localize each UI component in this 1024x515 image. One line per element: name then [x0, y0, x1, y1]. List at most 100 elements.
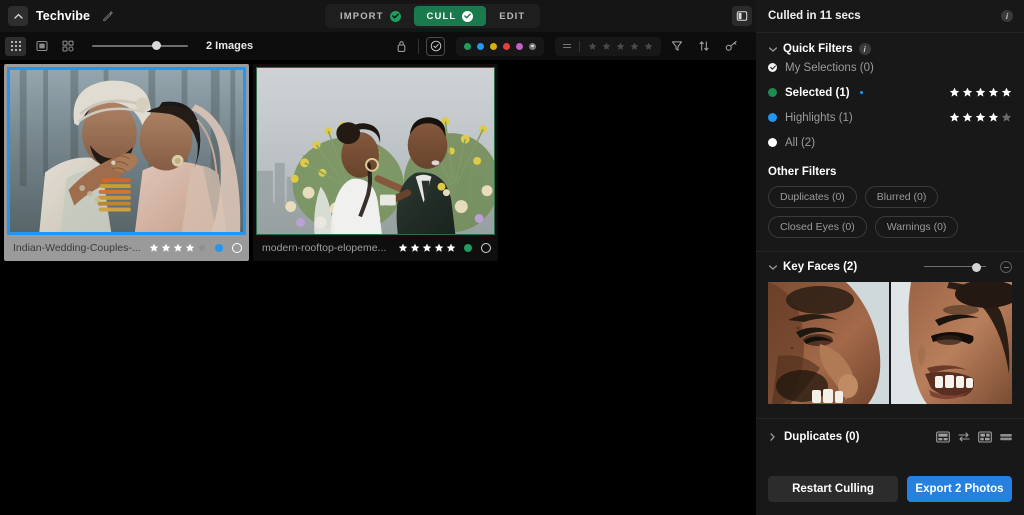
thumbnail-size-slider[interactable]: [92, 39, 188, 53]
layout-stack-icon[interactable]: [998, 430, 1013, 444]
compare-grid-icon[interactable]: [57, 37, 78, 56]
star-icon[interactable]: [434, 243, 444, 253]
chip-duplicates[interactable]: Duplicates (0): [768, 186, 857, 208]
star-icon[interactable]: [949, 87, 960, 98]
filter-my-selections[interactable]: My Selections (0): [768, 55, 1012, 80]
star-icon[interactable]: [949, 112, 960, 123]
filter-label: Selected (1): [785, 86, 850, 99]
chip-blurred[interactable]: Blurred (0): [864, 186, 939, 208]
filter-rating[interactable]: [949, 112, 1012, 123]
star-icon[interactable]: [1001, 112, 1012, 123]
filter-label: Highlights (1): [785, 111, 853, 124]
restart-culling-button[interactable]: Restart Culling: [768, 476, 898, 502]
slider-knob[interactable]: [152, 41, 161, 50]
duplicates-section[interactable]: Duplicates (0): [756, 418, 1024, 444]
key-faces-size-slider[interactable]: [924, 261, 986, 273]
swap-icon[interactable]: [956, 430, 971, 444]
indian-wedding-couple-photo: [10, 70, 243, 232]
edit-pencil-icon[interactable]: [102, 10, 114, 22]
chip-closed-eyes[interactable]: Closed Eyes (0): [768, 216, 867, 238]
tab-import[interactable]: IMPORT: [327, 6, 414, 26]
filter-selected[interactable]: Selected (1): [768, 80, 1012, 105]
star-icon[interactable]: [630, 42, 639, 51]
star-icon[interactable]: [1001, 87, 1012, 98]
star-icon[interactable]: [149, 243, 159, 253]
star-icon[interactable]: [962, 87, 973, 98]
photo-color-label[interactable]: [215, 244, 223, 252]
key-face-thumbnail[interactable]: [891, 282, 1012, 404]
key-faces-list: [768, 282, 1012, 404]
color-dot-green[interactable]: [464, 42, 471, 50]
panel-footer: Restart Culling Export 2 Photos: [756, 476, 1024, 515]
star-icon[interactable]: [988, 112, 999, 123]
right-panel-toggle-icon[interactable]: [732, 6, 752, 26]
chevron-down-icon[interactable]: [768, 264, 777, 270]
star-icon[interactable]: [422, 243, 432, 253]
check-circle-outline-icon[interactable]: [426, 36, 445, 56]
photo-color-label[interactable]: [464, 244, 472, 252]
active-indicator-dot: [859, 91, 863, 94]
sort-arrows-icon[interactable]: [693, 36, 715, 56]
photo-thumbnail[interactable]: [256, 67, 495, 235]
star-icon[interactable]: [644, 42, 653, 51]
equals-icon[interactable]: [563, 43, 571, 49]
star-icon[interactable]: [988, 87, 999, 98]
lock-icon[interactable]: [391, 36, 411, 56]
export-photos-button[interactable]: Export 2 Photos: [907, 476, 1012, 502]
filter-label: All (2): [785, 136, 816, 149]
star-icon[interactable]: [962, 112, 973, 123]
color-dot-yellow[interactable]: [490, 42, 497, 50]
photo-rating[interactable]: [398, 243, 456, 253]
star-icon[interactable]: [975, 112, 986, 123]
filter-highlights[interactable]: Highlights (1): [768, 105, 1012, 130]
chip-warnings[interactable]: Warnings (0): [874, 216, 959, 238]
tab-edit[interactable]: EDIT: [486, 6, 538, 26]
star-icon[interactable]: [398, 243, 408, 253]
photo-card[interactable]: modern-rooftop-elopeme...: [253, 64, 498, 261]
layout-grid-icon[interactable]: [977, 430, 992, 444]
key-face-thumbnail[interactable]: [768, 282, 889, 404]
star-icon[interactable]: [602, 42, 611, 51]
chevron-down-icon[interactable]: [768, 46, 777, 52]
info-icon[interactable]: i: [1001, 10, 1013, 22]
grid-dots-icon[interactable]: [5, 36, 26, 56]
cull-status-text: Culled in 11 secs: [768, 10, 861, 22]
brand-name: Techvibe: [36, 9, 91, 23]
tab-cull[interactable]: CULL: [413, 6, 487, 26]
filter-rating[interactable]: [949, 87, 1012, 98]
color-dot-blue[interactable]: [477, 42, 484, 50]
tab-edit-label: EDIT: [499, 10, 526, 22]
image-count-label: 2 Images: [206, 40, 254, 52]
photo-select-toggle[interactable]: [232, 243, 242, 253]
photo-grid: Indian-Wedding-Couples-... modern-roofto…: [0, 60, 756, 515]
chevron-right-icon[interactable]: [768, 433, 777, 441]
filter-all[interactable]: All (2): [768, 130, 1012, 155]
star-icon[interactable]: [173, 243, 183, 253]
photo-rating[interactable]: [149, 243, 207, 253]
minus-circle-icon[interactable]: [1000, 261, 1012, 273]
photo-thumbnail[interactable]: [7, 67, 246, 235]
key-faces-header: Key Faces (2): [768, 261, 1012, 273]
star-icon[interactable]: [616, 42, 625, 51]
funnel-icon[interactable]: [666, 36, 688, 56]
star-icon[interactable]: [446, 243, 456, 253]
photo-select-toggle[interactable]: [481, 243, 491, 253]
star-icon[interactable]: [588, 42, 597, 51]
star-icon[interactable]: [185, 243, 195, 253]
star-icon[interactable]: [161, 243, 171, 253]
photo-card[interactable]: Indian-Wedding-Couples-...: [4, 64, 249, 261]
other-filters-title: Other Filters: [768, 166, 837, 178]
chevron-up-icon[interactable]: [8, 6, 28, 26]
single-frame-icon[interactable]: [31, 37, 52, 56]
right-panel: Culled in 11 secs i Quick Filters i My S…: [756, 0, 1024, 515]
star-icon[interactable]: [975, 87, 986, 98]
color-dot-red[interactable]: [503, 42, 510, 50]
color-dot-purple[interactable]: [516, 42, 523, 50]
key-icon[interactable]: [720, 36, 742, 56]
color-dot-none[interactable]: [529, 42, 536, 50]
star-icon[interactable]: [410, 243, 420, 253]
info-icon[interactable]: i: [858, 43, 871, 55]
layout-two-up-icon[interactable]: [935, 430, 950, 444]
star-icon[interactable]: [197, 243, 207, 253]
slider-knob[interactable]: [972, 262, 981, 272]
